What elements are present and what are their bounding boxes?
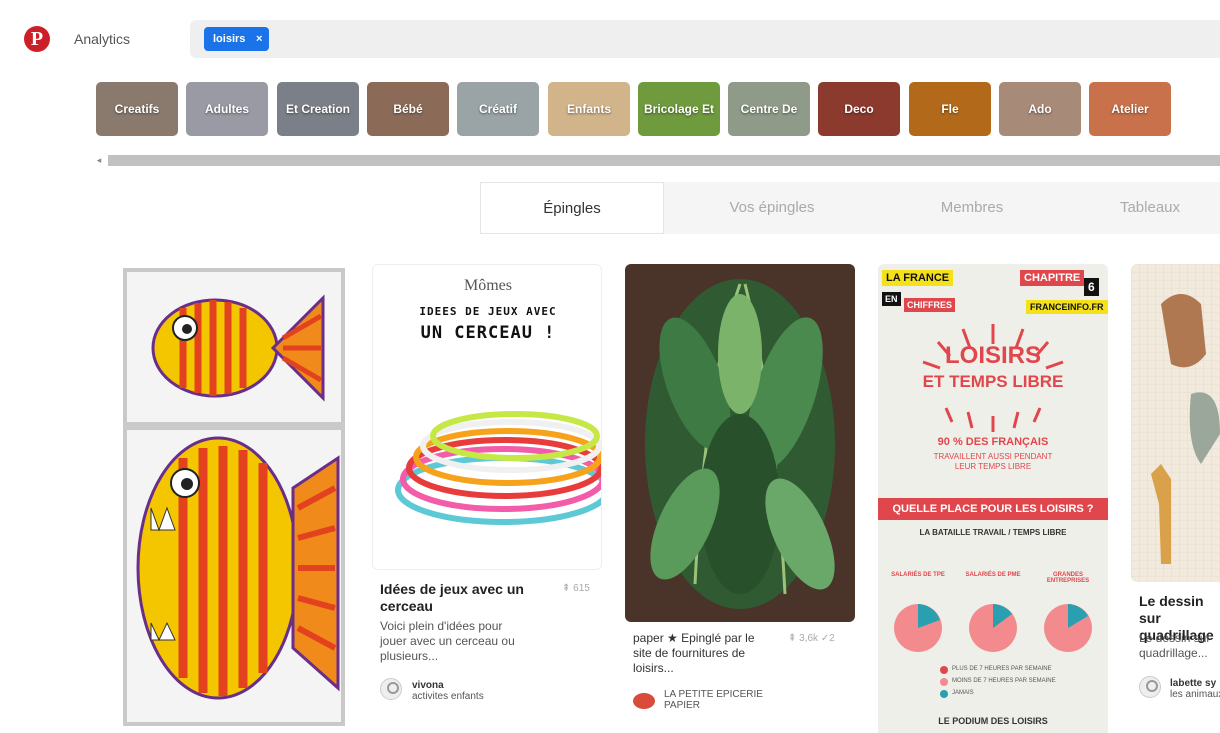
pin-image-grid-drawing[interactable] <box>1131 264 1220 582</box>
remove-token-icon[interactable]: × <box>256 27 262 51</box>
search-input[interactable]: loisirs × <box>190 20 1220 58</box>
infographic-chapter-number: 6 <box>1084 278 1099 296</box>
user-avatar-icon[interactable] <box>1139 676 1161 698</box>
pin-title[interactable]: paper ★ Epinglé par le site de fournitur… <box>633 631 773 676</box>
guided-search-chip[interactable]: Fle <box>909 82 991 136</box>
store-logo-icon[interactable] <box>633 693 655 709</box>
infographic-chapter: CHAPITRE <box>1020 270 1085 286</box>
paper-leaves-image <box>645 279 835 609</box>
pin-image-infographic[interactable]: LA FRANCE EN CHIFFRES CHAPITRE 6 FRANCEI… <box>878 264 1108 733</box>
guided-search-chip[interactable]: Ado <box>999 82 1081 136</box>
guided-search-chip[interactable]: Atelier <box>1089 82 1171 136</box>
legend-label: MOINS DE 7 HEURES PAR SEMAINE <box>952 678 1056 684</box>
infographic-section-title: LA BATAILLE TRAVAIL / TEMPS LIBRE <box>919 528 1067 537</box>
infographic-section-title: LE PODIUM DES LOISIRS <box>938 716 1048 726</box>
infographic-headline-sub: ET TEMPS LIBRE <box>922 372 1064 391</box>
board-name: activites enfants <box>412 691 484 702</box>
legend-label: JAMAIS <box>952 690 974 696</box>
search-token-label: loisirs <box>213 33 246 45</box>
pin-image-hoops[interactable]: Mômes IDEES DE JEUX AVEC UN CERCEAU ! <box>372 264 602 570</box>
owner-name: vivona <box>412 680 444 691</box>
infographic-headline: LOISIRS <box>944 342 1041 369</box>
guided-search-chip[interactable]: Bricolage Et <box>638 82 720 136</box>
top-bar: P Analytics loisirs × <box>0 0 1220 78</box>
pin-saves: ⇞ 615 <box>562 583 590 594</box>
analytics-link[interactable]: Analytics <box>74 31 130 47</box>
pin-owner[interactable]: vivona activites enfants <box>412 680 484 702</box>
pin-owner[interactable]: LA PETITE EPICERIE PAPIER <box>664 689 794 711</box>
search-tabs: Épingles Vos épingles Membres Tableaux <box>480 182 1220 234</box>
horizontal-scrollbar[interactable]: ◂ <box>92 153 1220 167</box>
legend-dot <box>940 690 948 698</box>
guided-search-chip[interactable]: Créatif <box>457 82 539 136</box>
pin-image-paper-leaves[interactable] <box>625 264 855 622</box>
guided-search-chip[interactable]: Deco <box>818 82 900 136</box>
guided-search-chip[interactable]: Et Creation <box>277 82 359 136</box>
hoops-image <box>395 411 601 525</box>
fish-drawing-image <box>127 272 341 722</box>
tab-your-pins[interactable]: Vos épingles <box>680 182 864 234</box>
pinterest-logo-icon[interactable]: P <box>24 26 50 52</box>
grid-animals-image <box>1131 264 1220 582</box>
legend-dot <box>940 666 948 674</box>
guided-search-bar: Creatifs Adultes Et Creation Bébé Créatif Enf… <box>96 82 1220 136</box>
infographic-column-label: SALARIÉS DE PME <box>965 572 1021 578</box>
pin-title[interactable]: Idées de jeux avec un cerceau <box>380 581 540 615</box>
legend-label: PLUS DE 7 HEURES PAR SEMAINE <box>952 666 1052 672</box>
pin-description: Le dessin sur quadrillage... <box>1139 631 1211 660</box>
infographic-column-label: SALARIÉS DE TPE <box>891 572 945 578</box>
infographic-stat-sub: LEUR TEMPS LIBRE <box>954 462 1032 471</box>
infographic-tag: LA FRANCE <box>882 270 954 286</box>
guided-search-chip[interactable]: Adultes <box>186 82 268 136</box>
scroll-left-icon[interactable]: ◂ <box>92 153 106 167</box>
pin-description: Voici plein d'idées pour jouer avec un c… <box>380 619 515 663</box>
infographic-column-label: GRANDES ENTREPRISES <box>1046 572 1090 584</box>
infographic-pie-charts <box>894 604 1092 652</box>
owner-name: labette sy <box>1170 678 1217 689</box>
guided-search-chip[interactable]: Bébé <box>367 82 449 136</box>
pin-owner[interactable]: labette sy les animaux <box>1170 678 1220 700</box>
search-token[interactable]: loisirs × <box>204 27 270 51</box>
pin-saves: ⇞ 3,6k ✓2 <box>788 633 835 644</box>
infographic-stat-sub: TRAVAILLENT AUSSI PENDANT <box>933 452 1053 461</box>
infographic-banner: QUELLE PLACE POUR LES LOISIRS ? <box>878 498 1108 520</box>
owner-name: LA PETITE EPICERIE PAPIER <box>664 689 763 711</box>
user-avatar-icon[interactable] <box>380 678 402 700</box>
guided-search-chip[interactable]: Centre De <box>728 82 810 136</box>
tab-boards[interactable]: Tableaux <box>1080 182 1220 234</box>
guided-search-chip[interactable]: Creatifs <box>96 82 178 136</box>
guided-search-chip[interactable]: Enfants <box>548 82 630 136</box>
board-name: les animaux <box>1170 689 1220 700</box>
pin-image-fish[interactable] <box>123 268 345 726</box>
infographic-stat: 90 % DES FRANÇAIS <box>937 436 1049 448</box>
legend-dot <box>940 678 948 686</box>
tab-pins[interactable]: Épingles <box>480 182 664 234</box>
scrollbar-thumb[interactable] <box>108 155 1220 166</box>
tab-members[interactable]: Membres <box>880 182 1064 234</box>
